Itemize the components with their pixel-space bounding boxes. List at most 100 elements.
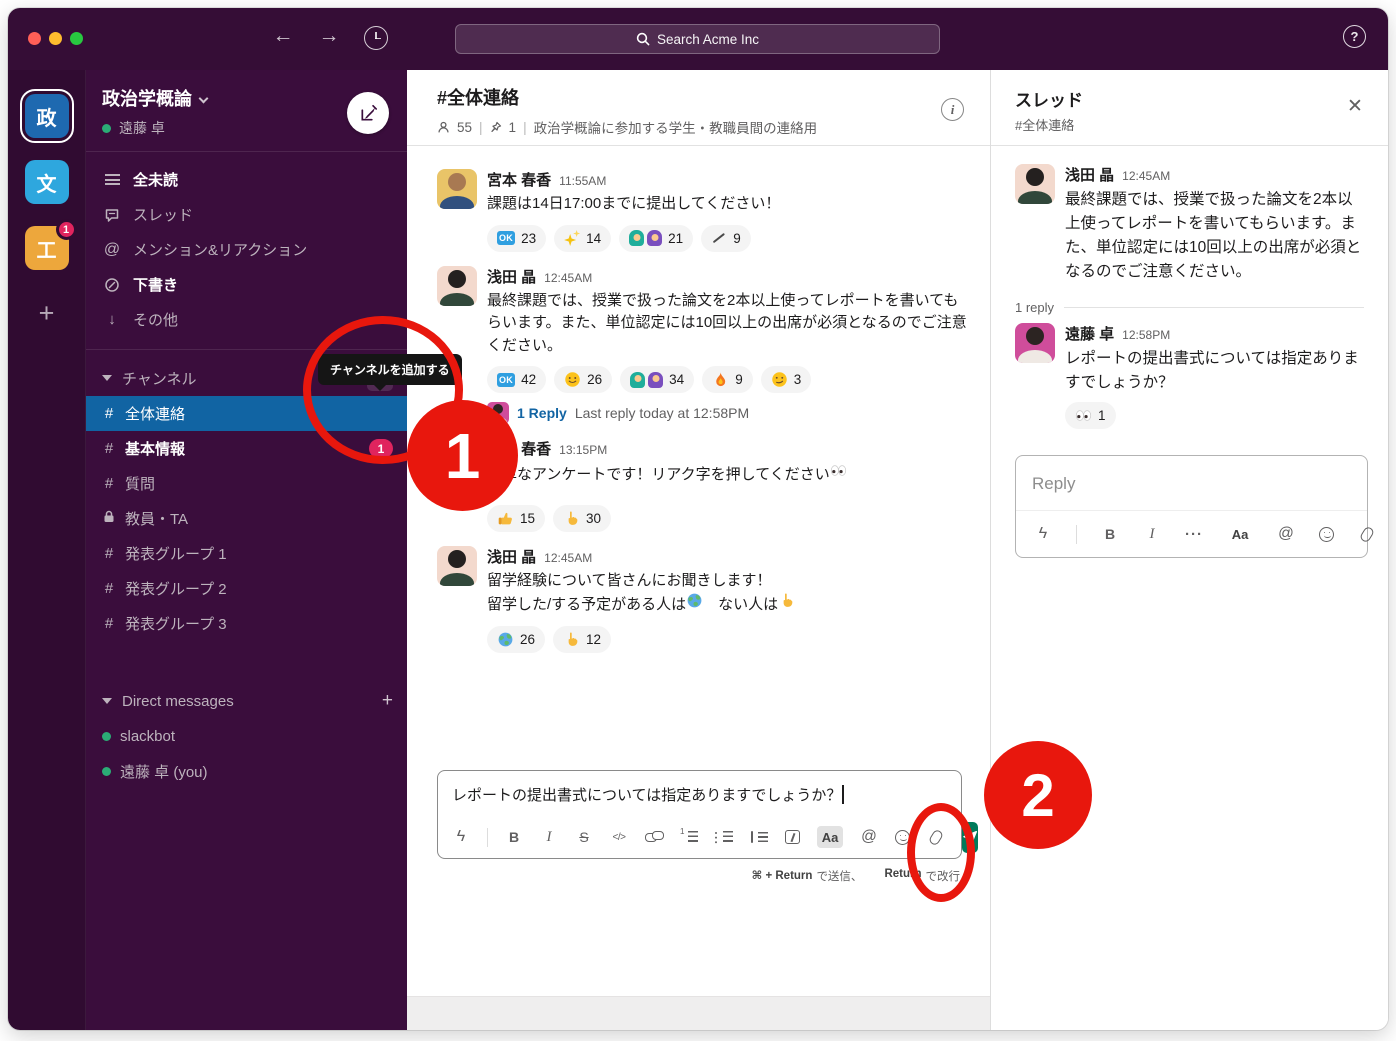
- message-author[interactable]: 浅田 晶: [487, 266, 536, 287]
- message-time[interactable]: 12:45AM: [544, 271, 592, 285]
- mention-button[interactable]: [860, 828, 878, 846]
- dm-item-slackbot[interactable]: slackbot: [86, 719, 407, 754]
- reaction-fire[interactable]: 9: [702, 366, 753, 393]
- composer-input[interactable]: レポートの提出書式については指定ありますでしょうか？: [438, 771, 961, 816]
- reaction-ok[interactable]: OK23: [487, 225, 546, 252]
- message-time[interactable]: 12:58PM: [1122, 328, 1170, 342]
- italic-button[interactable]: [540, 828, 558, 846]
- add-workspace-button[interactable]: +: [39, 298, 55, 329]
- dm-section-label: Direct messages: [122, 693, 234, 710]
- reaction-row: OK23 14 21 9: [487, 225, 780, 252]
- mention-button[interactable]: [1277, 525, 1295, 543]
- code-button[interactable]: [610, 828, 628, 846]
- reaction-person-ok[interactable]: 34: [620, 366, 694, 393]
- history-clock-icon[interactable]: [364, 26, 388, 50]
- shortcuts-icon[interactable]: [452, 828, 470, 846]
- annotation-step-2: 2: [984, 741, 1092, 849]
- more-formatting-icon[interactable]: ···: [1185, 525, 1203, 543]
- message-time[interactable]: 12:45AM: [1122, 169, 1170, 183]
- message-time[interactable]: 13:15PM: [559, 443, 607, 457]
- avatar[interactable]: [1015, 164, 1055, 204]
- workspace-icon-3[interactable]: 工 1: [25, 226, 69, 270]
- strikethrough-button[interactable]: [575, 828, 593, 846]
- avatar[interactable]: [1015, 323, 1055, 363]
- reaction-pen[interactable]: 9: [701, 225, 751, 252]
- bold-button[interactable]: [505, 828, 523, 846]
- pin-count[interactable]: 1: [509, 120, 517, 135]
- channel-item-happyo-group-2[interactable]: # 発表グループ 2: [86, 571, 407, 606]
- member-count[interactable]: 55: [457, 120, 472, 135]
- reaction-thumbs-up[interactable]: 15: [487, 505, 545, 532]
- channel-topic[interactable]: 政治学概論に参加する学生・教職員間の連絡用: [534, 117, 818, 137]
- message-time[interactable]: 11:55AM: [559, 174, 606, 188]
- reaction-point-up[interactable]: 12: [553, 626, 611, 653]
- reaction-sparkles[interactable]: 14: [554, 225, 611, 252]
- message-author[interactable]: 宮本 春香: [487, 169, 551, 190]
- reaction-count: 14: [586, 231, 601, 246]
- message-time[interactable]: 12:45AM: [544, 551, 592, 565]
- message-author[interactable]: 浅田 晶: [487, 546, 536, 567]
- ordered-list-button[interactable]: [680, 828, 698, 846]
- sidebar-item-threads[interactable]: スレッド: [86, 197, 407, 232]
- italic-button[interactable]: [1143, 525, 1161, 543]
- help-icon[interactable]: ?: [1343, 25, 1366, 48]
- channel-item-shitsumon[interactable]: # 質問: [86, 466, 407, 501]
- attach-icon[interactable]: [1359, 525, 1375, 543]
- sidebar-item-mentions[interactable]: メンション&リアクション: [86, 232, 407, 267]
- bullet-list-button[interactable]: [715, 828, 733, 846]
- shortcuts-icon[interactable]: [1034, 525, 1052, 543]
- format-toggle-button[interactable]: Aa: [1227, 523, 1253, 545]
- search-input[interactable]: Search Acme Inc: [455, 24, 940, 54]
- thread-reply-composer[interactable]: Reply ··· Aa: [1015, 455, 1368, 558]
- reaction-count: 3: [794, 372, 802, 387]
- dm-item-self[interactable]: 遠藤 卓 (you): [86, 754, 407, 789]
- thread-reply-message: 遠藤 卓 12:58PM レポートの提出書式については指定ありますでしょうか？ …: [991, 317, 1388, 433]
- collapse-triangle-icon: [102, 375, 112, 381]
- close-window-button[interactable]: [28, 32, 41, 45]
- code-block-button[interactable]: [785, 830, 800, 844]
- workspace-rail: 政 文 工 1 +: [8, 70, 86, 1030]
- channel-title[interactable]: #全体連絡: [437, 84, 970, 110]
- info-icon[interactable]: [941, 98, 964, 121]
- link-button[interactable]: [645, 828, 663, 846]
- workspace-icon-active[interactable]: 政: [25, 94, 69, 138]
- reaction-ok[interactable]: OK42: [487, 366, 546, 393]
- message-text-part: 簡単なアンケートです！リアク字を押してください: [487, 466, 830, 483]
- reaction-globe[interactable]: 26: [487, 626, 545, 653]
- history-forward-button[interactable]: →: [314, 24, 344, 48]
- workspace-icon-2[interactable]: 文: [25, 160, 69, 204]
- zoom-window-button[interactable]: [70, 32, 83, 45]
- reaction-person-ok[interactable]: 21: [619, 225, 693, 252]
- dm-section-header[interactable]: Direct messages +: [86, 683, 407, 719]
- sidebar-item-all-unreads[interactable]: 全未読: [86, 162, 407, 197]
- emoji-button[interactable]: [1319, 527, 1334, 542]
- thread-link[interactable]: 1 Reply Last reply today at 12:58PM: [487, 402, 970, 424]
- channel-item-happyo-group-3[interactable]: # 発表グループ 3: [86, 606, 407, 641]
- avatar[interactable]: [437, 266, 477, 306]
- reply-input[interactable]: Reply: [1016, 456, 1367, 511]
- sidebar-item-drafts[interactable]: 下書き: [86, 267, 407, 302]
- close-icon[interactable]: [1346, 98, 1364, 116]
- message-author[interactable]: 浅田 晶: [1065, 164, 1114, 185]
- blockquote-button[interactable]: [750, 828, 768, 846]
- channel-item-happyo-group-1[interactable]: # 発表グループ 1: [86, 536, 407, 571]
- reaction-smirk[interactable]: 3: [761, 366, 812, 393]
- reaction-smile[interactable]: 26: [554, 366, 612, 393]
- minimize-window-button[interactable]: [49, 32, 62, 45]
- reply-count-link[interactable]: 1 Reply: [517, 405, 567, 421]
- channel-item-kyoin-ta[interactable]: 教員・TA: [86, 501, 407, 536]
- add-dm-button[interactable]: +: [382, 690, 393, 712]
- message-author[interactable]: 遠藤 卓: [1065, 323, 1114, 344]
- avatar[interactable]: [437, 546, 477, 586]
- new-message-button[interactable]: [347, 92, 389, 134]
- message-composer[interactable]: レポートの提出書式については指定ありますでしょうか？ Aa: [437, 770, 962, 859]
- reaction-eyes[interactable]: 1: [1065, 402, 1116, 429]
- avatar[interactable]: [437, 169, 477, 209]
- pin-icon: [490, 121, 502, 134]
- thread-root-message: 浅田 晶 12:45AM 最終課題では、授業で扱った論文を2本以上使ってレポート…: [991, 146, 1388, 288]
- bold-button[interactable]: [1101, 525, 1119, 543]
- history-back-button[interactable]: ←: [268, 24, 298, 48]
- workspace-name[interactable]: 政治学概論: [102, 85, 192, 111]
- format-toggle-button[interactable]: Aa: [817, 826, 843, 848]
- reaction-point-up[interactable]: 30: [553, 505, 611, 532]
